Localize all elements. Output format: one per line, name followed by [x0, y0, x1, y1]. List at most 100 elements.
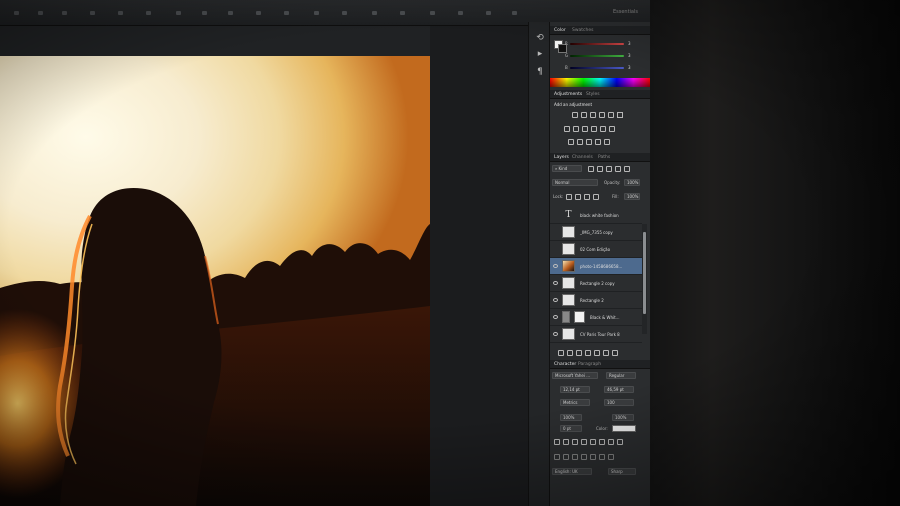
- faux-italic-icon[interactable]: [563, 439, 569, 445]
- swash-icon[interactable]: [572, 454, 578, 460]
- subscript-icon[interactable]: [599, 439, 605, 445]
- ordinals-icon[interactable]: [599, 454, 605, 460]
- blue-value[interactable]: 3: [628, 65, 631, 70]
- text-color-swatch[interactable]: [612, 425, 636, 432]
- tab-paths[interactable]: Paths: [598, 155, 610, 160]
- tool-option-icon[interactable]: [38, 11, 43, 15]
- layer-row[interactable]: 02 Com Edição: [550, 241, 642, 258]
- tool-option-icon[interactable]: [372, 11, 377, 15]
- stylistic-icon[interactable]: [581, 454, 587, 460]
- layer-row-selected[interactable]: photo-1458686658...: [550, 258, 642, 275]
- tool-option-icon[interactable]: [512, 11, 517, 15]
- tab-layers[interactable]: Layers: [554, 155, 569, 160]
- tool-option-icon[interactable]: [314, 11, 319, 15]
- red-slider[interactable]: [570, 43, 624, 45]
- leading-field[interactable]: 46,59 pt: [604, 386, 634, 393]
- lock-move-icon[interactable]: [584, 194, 590, 200]
- layer-row[interactable]: Rectangle 2 copy: [550, 275, 642, 292]
- filter-shape-icon[interactable]: [615, 166, 621, 172]
- visibility-eye-icon[interactable]: [553, 332, 558, 336]
- document-canvas[interactable]: [0, 56, 430, 506]
- fx-icon[interactable]: [567, 350, 573, 356]
- tool-option-icon[interactable]: [486, 11, 491, 15]
- layer-row[interactable]: T black white fashion: [550, 207, 642, 224]
- filter-adjustment-icon[interactable]: [597, 166, 603, 172]
- kerning-field[interactable]: Metrics: [560, 399, 590, 406]
- strikethrough-icon[interactable]: [617, 439, 623, 445]
- black-white-icon[interactable]: [582, 126, 588, 132]
- small-caps-icon[interactable]: [581, 439, 587, 445]
- history-icon[interactable]: ⟲: [535, 34, 545, 43]
- paragraph-icon[interactable]: ¶: [535, 68, 545, 77]
- tool-option-icon[interactable]: [202, 11, 207, 15]
- tab-color[interactable]: Color: [554, 28, 566, 33]
- tab-character[interactable]: Character: [554, 362, 576, 367]
- tool-option-icon[interactable]: [118, 11, 123, 15]
- tool-option-icon[interactable]: [256, 11, 261, 15]
- layer-row[interactable]: _IMG_7355 copy: [550, 224, 642, 241]
- font-size-field[interactable]: 12,14 pt: [560, 386, 590, 393]
- tool-option-icon[interactable]: [458, 11, 463, 15]
- opacity-field[interactable]: 100%: [624, 179, 640, 186]
- layer-row[interactable]: Rectangle 2: [550, 292, 642, 309]
- gradient-map-icon[interactable]: [604, 139, 610, 145]
- photo-filter-icon[interactable]: [591, 126, 597, 132]
- gradient-triangle-icon[interactable]: [617, 112, 623, 118]
- visibility-eye-icon[interactable]: [553, 264, 558, 268]
- layers-scrollbar-thumb[interactable]: [643, 232, 646, 314]
- tab-swatches[interactable]: Swatches: [572, 28, 594, 33]
- levels-icon[interactable]: [581, 112, 587, 118]
- color-lookup-icon[interactable]: [609, 126, 615, 132]
- tool-option-icon[interactable]: [342, 11, 347, 15]
- layer-row[interactable]: Black & Whit...: [550, 309, 642, 326]
- lock-transparent-icon[interactable]: [566, 194, 572, 200]
- curves-icon[interactable]: [590, 112, 596, 118]
- filter-type-icon[interactable]: [606, 166, 612, 172]
- threshold-icon[interactable]: [586, 139, 592, 145]
- tool-option-icon[interactable]: [228, 11, 233, 15]
- tracking-field[interactable]: 100: [604, 399, 634, 406]
- tool-option-icon[interactable]: [90, 11, 95, 15]
- superscript-icon[interactable]: [590, 439, 596, 445]
- hue-saturation-icon[interactable]: [564, 126, 570, 132]
- brightness-icon[interactable]: [572, 112, 578, 118]
- old-style-icon[interactable]: [563, 454, 569, 460]
- link-layers-icon[interactable]: [558, 350, 564, 356]
- tool-option-icon[interactable]: [62, 11, 67, 15]
- tab-styles[interactable]: Styles: [586, 92, 600, 97]
- tab-adjustments[interactable]: Adjustments: [554, 92, 582, 97]
- red-value[interactable]: 3: [628, 41, 631, 46]
- tool-option-icon[interactable]: [14, 11, 19, 15]
- workspace-switcher[interactable]: Essentials: [613, 9, 638, 15]
- anti-alias-select[interactable]: Sharp: [608, 468, 636, 475]
- posterize-icon[interactable]: [577, 139, 583, 145]
- color-spectrum-ramp[interactable]: [550, 78, 650, 87]
- faux-bold-icon[interactable]: [554, 439, 560, 445]
- fractions-icon[interactable]: [608, 454, 614, 460]
- tab-paragraph[interactable]: Paragraph: [578, 362, 601, 367]
- lock-brush-icon[interactable]: [575, 194, 581, 200]
- play-action-icon[interactable]: ▸: [535, 50, 545, 59]
- layer-row[interactable]: CV Paris Tour Park 8: [550, 326, 642, 343]
- tool-option-icon[interactable]: [146, 11, 151, 15]
- language-select[interactable]: English: UK: [552, 468, 592, 475]
- horizontal-scale-field[interactable]: 100%: [612, 414, 634, 421]
- titling-icon[interactable]: [590, 454, 596, 460]
- vertical-scale-field[interactable]: 100%: [560, 414, 582, 421]
- filter-pixel-icon[interactable]: [588, 166, 594, 172]
- visibility-eye-icon[interactable]: [553, 298, 558, 302]
- add-mask-icon[interactable]: [576, 350, 582, 356]
- exposure-icon[interactable]: [599, 112, 605, 118]
- vibrance-icon[interactable]: [608, 112, 614, 118]
- green-value[interactable]: 3: [628, 53, 631, 58]
- tool-option-icon[interactable]: [176, 11, 181, 15]
- new-adjustment-icon[interactable]: [585, 350, 591, 356]
- fill-field[interactable]: 100%: [624, 193, 640, 200]
- selective-color-icon[interactable]: [595, 139, 601, 145]
- new-layer-icon[interactable]: [603, 350, 609, 356]
- baseline-shift-field[interactable]: 0 pt: [560, 425, 582, 432]
- all-caps-icon[interactable]: [572, 439, 578, 445]
- font-family-select[interactable]: Microsoft Yahei ...: [552, 372, 598, 379]
- channel-mixer-icon[interactable]: [600, 126, 606, 132]
- visibility-eye-icon[interactable]: [553, 281, 558, 285]
